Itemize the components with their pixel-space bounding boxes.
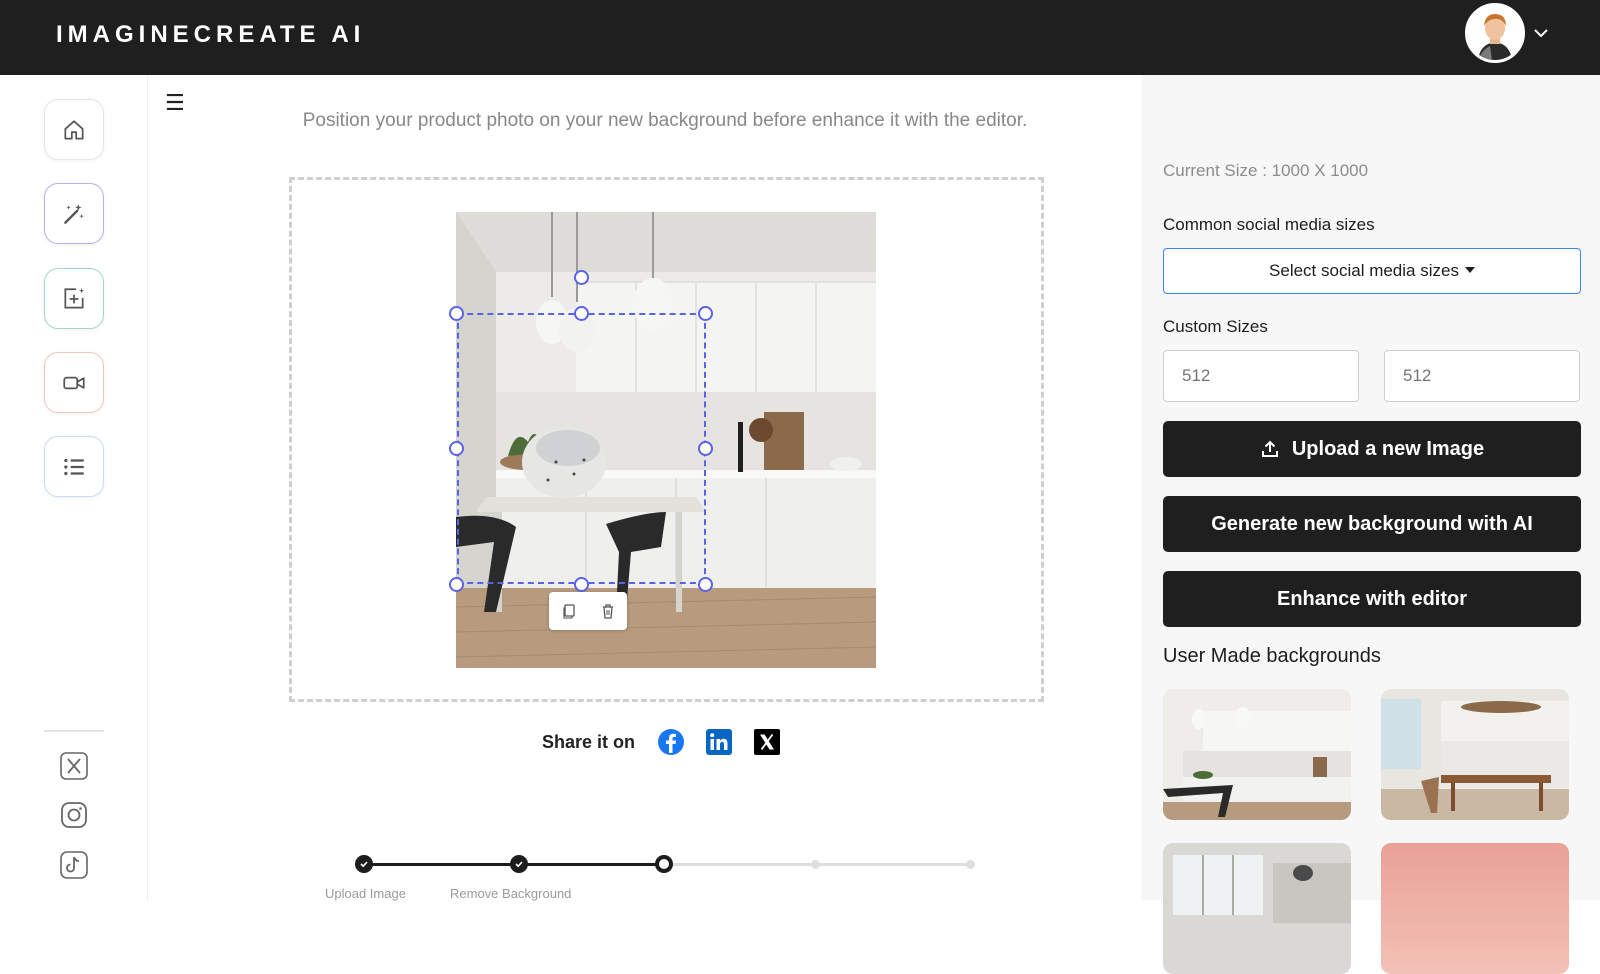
background-thumbnail[interactable] bbox=[1381, 843, 1569, 974]
background-thumbnail[interactable] bbox=[1163, 843, 1351, 974]
linkedin-icon[interactable] bbox=[705, 728, 733, 756]
custom-sizes-label: Custom Sizes bbox=[1163, 317, 1268, 336]
resize-handle-left[interactable] bbox=[449, 441, 464, 456]
step-1-done[interactable] bbox=[355, 855, 373, 873]
height-input[interactable] bbox=[1384, 350, 1580, 402]
enhance-editor-button[interactable]: Enhance with editor bbox=[1163, 571, 1581, 627]
trash-icon[interactable] bbox=[600, 603, 616, 619]
sidebar-item-list[interactable] bbox=[44, 436, 104, 497]
background-thumbnail[interactable] bbox=[1163, 689, 1351, 820]
chevron-down-icon[interactable] bbox=[1532, 24, 1550, 42]
social-sizes-dropdown[interactable]: Select social media sizes bbox=[1163, 248, 1581, 294]
list-icon bbox=[64, 458, 84, 475]
resize-handle-bottom[interactable] bbox=[574, 577, 589, 592]
x-icon[interactable] bbox=[753, 728, 781, 756]
sidebar-item-magic[interactable] bbox=[44, 183, 104, 244]
add-image-icon bbox=[64, 287, 85, 309]
generate-background-button[interactable]: Generate new background with AI bbox=[1163, 496, 1581, 552]
sidebar-divider bbox=[44, 730, 104, 732]
sidebar-item-add-image[interactable] bbox=[44, 268, 104, 329]
resize-handle-top-left[interactable] bbox=[449, 306, 464, 321]
brand-logo[interactable]: IMAGINECREATE AI bbox=[56, 21, 365, 49]
step-3-current[interactable] bbox=[655, 855, 673, 873]
x-icon[interactable] bbox=[58, 750, 90, 782]
upload-image-button[interactable]: Upload a new Image bbox=[1163, 421, 1581, 477]
share-row: Share it on bbox=[542, 728, 801, 756]
selection-box[interactable] bbox=[457, 313, 706, 584]
upload-icon bbox=[1261, 440, 1278, 457]
upload-image-label: Upload a new Image bbox=[1291, 437, 1485, 460]
video-camera-icon bbox=[63, 376, 85, 389]
editor-instruction: Position your product photo on your new … bbox=[302, 110, 1028, 131]
social-sizes-label: Common social media sizes bbox=[1163, 215, 1375, 234]
resize-handle-top-right[interactable] bbox=[698, 306, 713, 321]
rotate-handle[interactable] bbox=[574, 270, 589, 285]
resize-handle-right[interactable] bbox=[698, 441, 713, 456]
resize-handle-top[interactable] bbox=[574, 306, 589, 321]
user-avatar-icon[interactable] bbox=[1465, 3, 1525, 63]
share-label: Share it on bbox=[542, 731, 636, 752]
step-2-done[interactable] bbox=[510, 855, 528, 873]
top-bar: IMAGINECREATE AI bbox=[0, 0, 1600, 75]
background-thumbnail[interactable] bbox=[1381, 689, 1569, 820]
sidebar bbox=[0, 75, 148, 900]
sidebar-item-video[interactable] bbox=[44, 352, 104, 413]
instagram-icon[interactable] bbox=[58, 799, 90, 831]
sidebar-item-home[interactable] bbox=[44, 99, 104, 160]
facebook-icon[interactable] bbox=[657, 728, 685, 756]
user-backgrounds-title: User Made backgrounds bbox=[1163, 645, 1381, 667]
magic-wand-icon bbox=[64, 203, 84, 224]
settings-panel: Current Size : 1000 X 1000 Common social… bbox=[1141, 75, 1600, 974]
current-size: Current Size : 1000 X 1000 bbox=[1163, 161, 1369, 180]
home-icon bbox=[64, 119, 84, 140]
step-4-upcoming[interactable] bbox=[811, 860, 820, 869]
step-label: Upload Image bbox=[325, 886, 406, 901]
hamburger-menu-icon[interactable]: ☰ bbox=[165, 92, 187, 114]
social-sizes-dropdown-label: Select social media sizes bbox=[1269, 261, 1459, 280]
tiktok-icon[interactable] bbox=[58, 849, 90, 881]
step-5-upcoming[interactable] bbox=[966, 860, 975, 869]
resize-handle-bottom-left[interactable] bbox=[449, 577, 464, 592]
resize-handle-bottom-right[interactable] bbox=[698, 577, 713, 592]
copy-icon[interactable] bbox=[561, 603, 577, 619]
object-toolbar bbox=[549, 592, 627, 630]
step-label: Remove Background bbox=[450, 886, 572, 901]
width-input[interactable] bbox=[1163, 350, 1359, 402]
caret-down-icon bbox=[1464, 266, 1475, 273]
progress-stepper: Upload Image Remove Background bbox=[325, 850, 995, 901]
